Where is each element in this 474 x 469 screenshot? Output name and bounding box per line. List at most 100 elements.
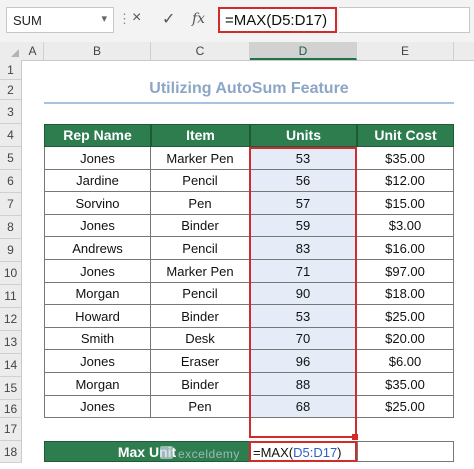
- fill-handle[interactable]: [352, 434, 358, 440]
- formula-input-extension[interactable]: [339, 7, 470, 33]
- formula-range-ref: D5:D17: [293, 445, 338, 460]
- cell-rep-name[interactable]: Howard: [44, 305, 151, 328]
- cell-units[interactable]: 71: [250, 260, 357, 283]
- insert-function-icon[interactable]: fx: [192, 11, 205, 27]
- row-header-4[interactable]: 4: [0, 124, 22, 147]
- cell-rep-name[interactable]: Sorvino: [44, 192, 151, 215]
- cell-unit-cost[interactable]: $15.00: [357, 192, 454, 215]
- chevron-down-icon[interactable]: ▾: [101, 12, 107, 25]
- cell-unit-cost[interactable]: $20.00: [357, 328, 454, 350]
- cell-units[interactable]: 90: [250, 283, 357, 305]
- cell-unit-cost[interactable]: $25.00: [357, 305, 454, 328]
- cell-item[interactable]: Binder: [151, 215, 250, 237]
- formula-suffix: ): [337, 445, 342, 460]
- cell-item[interactable]: Pencil: [151, 283, 250, 305]
- row-header-7[interactable]: 7: [0, 193, 22, 216]
- row-header-16[interactable]: 16: [0, 400, 22, 418]
- max-unit-formula-cell[interactable]: =MAX(D5:D17): [249, 441, 357, 462]
- cell-units[interactable]: 53: [250, 147, 357, 170]
- cell-rep-name[interactable]: Morgan: [44, 373, 151, 396]
- select-all-icon: [11, 49, 19, 57]
- cell-rep-name[interactable]: Jones: [44, 350, 151, 373]
- row-header-2[interactable]: 2: [0, 80, 22, 100]
- cell-units[interactable]: 96: [250, 350, 357, 373]
- name-box[interactable]: SUM ▾: [6, 7, 114, 33]
- cell-units[interactable]: 70: [250, 328, 357, 350]
- row-header-17[interactable]: 17: [0, 418, 22, 441]
- cell-units[interactable]: 83: [250, 237, 357, 260]
- cell-item[interactable]: Pencil: [151, 237, 250, 260]
- row-header-18[interactable]: 18: [0, 441, 22, 463]
- row-header-13[interactable]: 13: [0, 331, 22, 354]
- column-header-d[interactable]: D: [250, 42, 357, 60]
- cell-item[interactable]: Pen: [151, 192, 250, 215]
- cell-unit-cost[interactable]: $97.00: [357, 260, 454, 283]
- cell-unit-cost[interactable]: $35.00: [357, 147, 454, 170]
- cell-units[interactable]: 88: [250, 373, 357, 396]
- column-header-e[interactable]: E: [357, 42, 454, 60]
- row-header-12[interactable]: 12: [0, 308, 22, 331]
- row-header-1[interactable]: 1: [0, 60, 22, 80]
- cell-units[interactable]: 53: [250, 305, 357, 328]
- formula-text: =MAX(D5:D17): [225, 12, 328, 29]
- cancel-icon[interactable]: ×: [132, 9, 141, 27]
- column-header-b[interactable]: B: [44, 42, 151, 60]
- watermark: exceldemy: [178, 447, 240, 461]
- cell-rep-name[interactable]: Smith: [44, 328, 151, 350]
- cell-unit-cost[interactable]: $16.00: [357, 237, 454, 260]
- cell-unit-cost[interactable]: $12.00: [357, 170, 454, 192]
- cell-units[interactable]: 59: [250, 215, 357, 237]
- cell-rep-name[interactable]: Jones: [44, 215, 151, 237]
- cell-rep-name[interactable]: Andrews: [44, 237, 151, 260]
- select-all-corner[interactable]: [0, 42, 22, 60]
- cell-rep-name[interactable]: Jones: [44, 260, 151, 283]
- cell-rep-name[interactable]: Jones: [44, 396, 151, 418]
- header-units[interactable]: Units: [250, 124, 357, 147]
- cell-units[interactable]: 57: [250, 192, 357, 215]
- row-header-8[interactable]: 8: [0, 216, 22, 239]
- row-header-11[interactable]: 11: [0, 285, 22, 308]
- cell-item[interactable]: Marker Pen: [151, 260, 250, 283]
- sheet-title: Utilizing AutoSum Feature: [149, 80, 349, 97]
- header-rep-name[interactable]: Rep Name: [44, 124, 151, 147]
- cell-rep-name[interactable]: Jones: [44, 147, 151, 170]
- column-header-bar: A B C D E: [0, 42, 474, 61]
- row-header-15[interactable]: 15: [0, 377, 22, 400]
- watermark-logo-icon: [160, 446, 173, 459]
- row-header-9[interactable]: 9: [0, 239, 22, 262]
- cell-item[interactable]: Desk: [151, 328, 250, 350]
- header-item[interactable]: Item: [151, 124, 250, 147]
- formula-prefix: =MAX(: [253, 445, 294, 460]
- row-header-10[interactable]: 10: [0, 262, 22, 285]
- cell-unit-cost[interactable]: $25.00: [357, 396, 454, 418]
- formula-input[interactable]: =MAX(D5:D17): [218, 7, 337, 33]
- enter-check-icon[interactable]: ✓: [162, 9, 175, 29]
- cell-unit-cost[interactable]: $3.00: [357, 215, 454, 237]
- cell-item[interactable]: Eraser: [151, 350, 250, 373]
- formula-buttons: × ✓ fx: [128, 7, 216, 33]
- cell-unit-cost[interactable]: $35.00: [357, 373, 454, 396]
- cell-item[interactable]: Pencil: [151, 170, 250, 192]
- row-header-14[interactable]: 14: [0, 354, 22, 377]
- formula-bar: SUM ▾ ⋮ × ✓ fx =MAX(D5:D17): [0, 0, 474, 43]
- row-header-6[interactable]: 6: [0, 170, 22, 193]
- row-header-3[interactable]: 3: [0, 100, 22, 124]
- cell-item[interactable]: Binder: [151, 305, 250, 328]
- cell-item[interactable]: Pen: [151, 396, 250, 418]
- column-header-a[interactable]: A: [22, 42, 44, 60]
- cell-units[interactable]: 68: [250, 396, 357, 418]
- cell-unit-cost[interactable]: $6.00: [357, 350, 454, 373]
- cell-item[interactable]: Binder: [151, 373, 250, 396]
- cell-unit-cost[interactable]: $18.00: [357, 283, 454, 305]
- cell-rep-name[interactable]: Morgan: [44, 283, 151, 305]
- title-underline: [44, 102, 454, 104]
- name-box-value: SUM: [13, 13, 42, 28]
- header-unit-cost[interactable]: Unit Cost: [357, 124, 454, 147]
- column-header-c[interactable]: C: [151, 42, 250, 60]
- row-header-5[interactable]: 5: [0, 147, 22, 170]
- cell-item[interactable]: Marker Pen: [151, 147, 250, 170]
- max-unit-empty-cell[interactable]: [357, 441, 454, 462]
- cell-rep-name[interactable]: Jardine: [44, 170, 151, 192]
- cell-units[interactable]: 56: [250, 170, 357, 192]
- max-unit-formula: =MAX(D5:D17): [253, 445, 342, 460]
